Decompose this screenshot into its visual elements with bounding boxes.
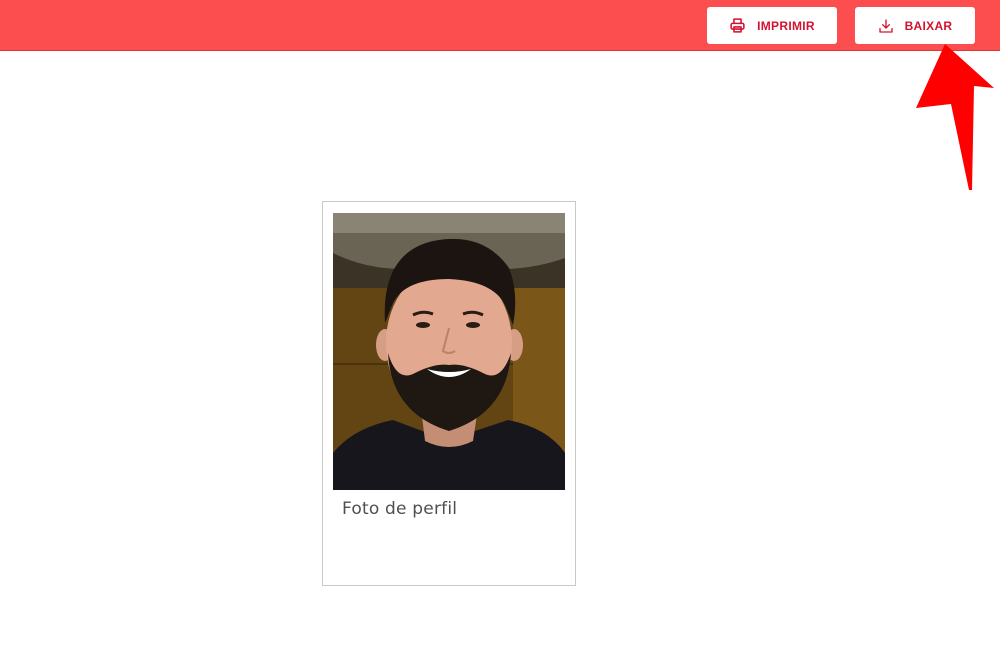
- download-button[interactable]: BAIXAR: [855, 7, 975, 44]
- profile-photo: [333, 213, 565, 490]
- top-toolbar: IMPRIMIR BAIXAR: [0, 0, 1000, 51]
- download-button-label: BAIXAR: [904, 18, 953, 33]
- profile-photo-card: Foto de perfil: [322, 201, 576, 586]
- print-button[interactable]: IMPRIMIR: [707, 7, 837, 44]
- print-button-label: IMPRIMIR: [757, 18, 815, 33]
- red-arrow-annotation: [916, 44, 994, 190]
- download-icon: [878, 18, 894, 34]
- photo-caption: Foto de perfil: [342, 499, 458, 519]
- printer-icon: [729, 17, 746, 34]
